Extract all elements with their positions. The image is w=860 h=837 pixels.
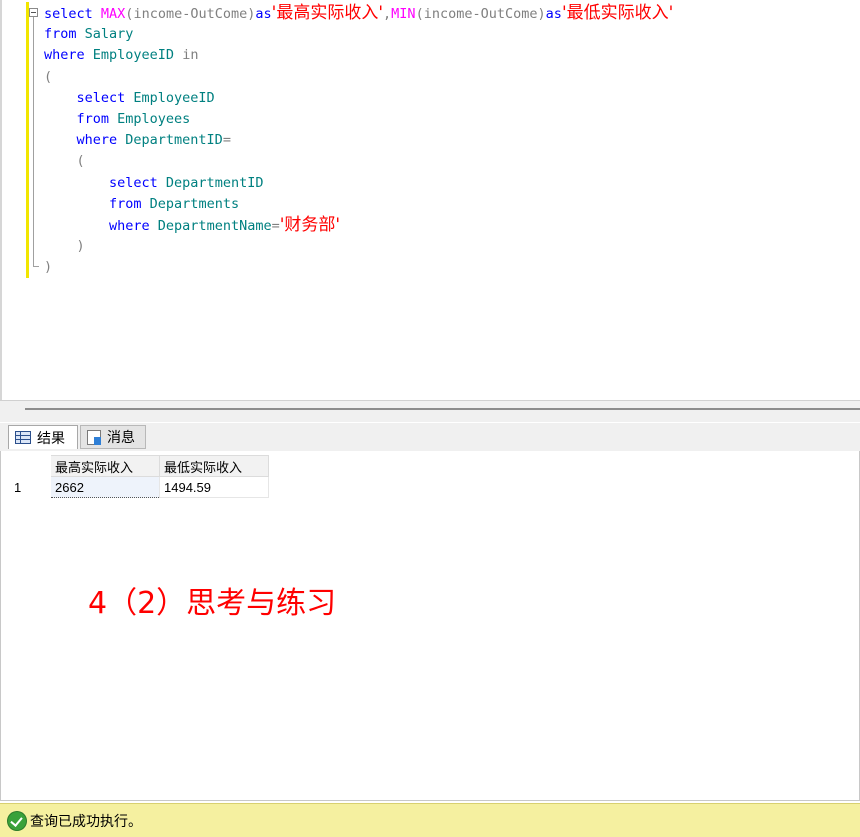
row-number-header (9, 455, 51, 477)
grid-cell[interactable]: 2662 (50, 476, 160, 498)
column-header[interactable]: 最高实际收入 (50, 455, 160, 477)
grid-icon (15, 431, 31, 444)
code-line[interactable]: ) (44, 257, 673, 278)
code-token: EmployeeID (92, 47, 183, 64)
code-token: select (44, 174, 166, 191)
code-line[interactable]: where DepartmentName='财务部' (44, 215, 673, 236)
collapse-region-icon[interactable] (29, 8, 38, 17)
code-token: income (133, 6, 183, 22)
row-number[interactable]: 1 (9, 476, 51, 498)
sql-editor[interactable]: select MAX(income-OutCome)as'最高实际收入',MIN… (0, 0, 860, 400)
code-token: select (44, 6, 101, 22)
code-token: OutCome (480, 6, 538, 22)
code-line[interactable]: select DepartmentID (44, 173, 673, 194)
code-token: DepartmentID (125, 132, 223, 149)
results-tab-strip: 结果 消息 (0, 423, 860, 451)
code-line[interactable]: ( (44, 151, 673, 172)
tab-messages-label: 消息 (107, 430, 135, 446)
code-token: where (44, 217, 158, 234)
pane-splitter[interactable] (0, 400, 860, 422)
code-token: income (423, 6, 473, 22)
results-grid-panel: 最高实际收入 最低实际收入 1 2662 1494.59 (0, 451, 860, 801)
code-token: as (255, 6, 272, 22)
splitter-handle[interactable] (25, 408, 860, 410)
code-token: MIN (391, 6, 416, 22)
code-token: as (545, 6, 562, 22)
fold-guide-end (33, 266, 39, 267)
code-token: from (44, 195, 150, 212)
column-header[interactable]: 最低实际收入 (159, 455, 269, 477)
results-grid: 最高实际收入 最低实际收入 1 2662 1494.59 (9, 455, 269, 498)
code-token: '财务部' (279, 214, 341, 235)
code-line[interactable]: from Employees (44, 109, 673, 130)
code-token: Salary (84, 26, 134, 43)
table-row: 1 2662 1494.59 (9, 476, 269, 498)
code-token: ( (44, 153, 85, 170)
code-token: = (271, 217, 280, 234)
code-token: ) (44, 238, 85, 255)
code-token: '最高实际收入' (271, 3, 384, 23)
code-token: Employees (117, 110, 191, 127)
code-token: where (44, 47, 93, 64)
code-line[interactable]: select EmployeeID (44, 88, 673, 109)
code-token: '最低实际收入' (561, 3, 674, 23)
status-message: 查询已成功执行。 (30, 813, 142, 830)
code-line[interactable]: from Departments (44, 194, 673, 215)
code-token: DepartmentName (157, 217, 272, 234)
code-token: OutCome (190, 6, 248, 22)
message-icon (87, 429, 101, 445)
code-token: from (44, 110, 118, 127)
code-token: ) (537, 6, 546, 22)
fold-guide-line (33, 17, 34, 267)
code-token: ( (415, 6, 424, 22)
code-token: , (383, 6, 392, 22)
tab-results[interactable]: 结果 (8, 425, 78, 449)
exercise-annotation: 4（2）思考与练习 (88, 586, 337, 621)
sql-code[interactable]: select MAX(income-OutCome)as'最高实际收入',MIN… (44, 3, 673, 278)
code-token: where (44, 132, 126, 149)
code-token: in (182, 47, 199, 64)
code-token: EmployeeID (133, 89, 215, 106)
code-line[interactable]: ( (44, 67, 673, 88)
code-line[interactable]: from Salary (44, 24, 673, 45)
code-line[interactable]: ) (44, 236, 673, 257)
code-token: DepartmentID (165, 174, 264, 191)
code-token: select (44, 89, 134, 106)
tab-messages[interactable]: 消息 (80, 425, 146, 449)
results-header-row: 最高实际收入 最低实际收入 (9, 455, 269, 477)
status-bar: 查询已成功执行。 (0, 803, 860, 837)
code-token: MAX (100, 6, 126, 22)
code-line[interactable]: select MAX(income-OutCome)as'最高实际收入',MIN… (44, 3, 673, 24)
change-indicator-bar (26, 2, 29, 278)
code-token: - (472, 6, 481, 22)
grid-cell[interactable]: 1494.59 (159, 476, 269, 498)
code-token: Departments (149, 195, 240, 212)
success-check-icon (8, 811, 26, 830)
code-token: = (222, 132, 231, 149)
code-token: ( (44, 68, 53, 85)
code-token: from (44, 26, 85, 43)
code-token: ) (44, 259, 53, 276)
tab-results-label: 结果 (37, 430, 65, 447)
code-line[interactable]: where DepartmentID= (44, 130, 673, 151)
code-line[interactable]: where EmployeeID in (44, 45, 673, 66)
